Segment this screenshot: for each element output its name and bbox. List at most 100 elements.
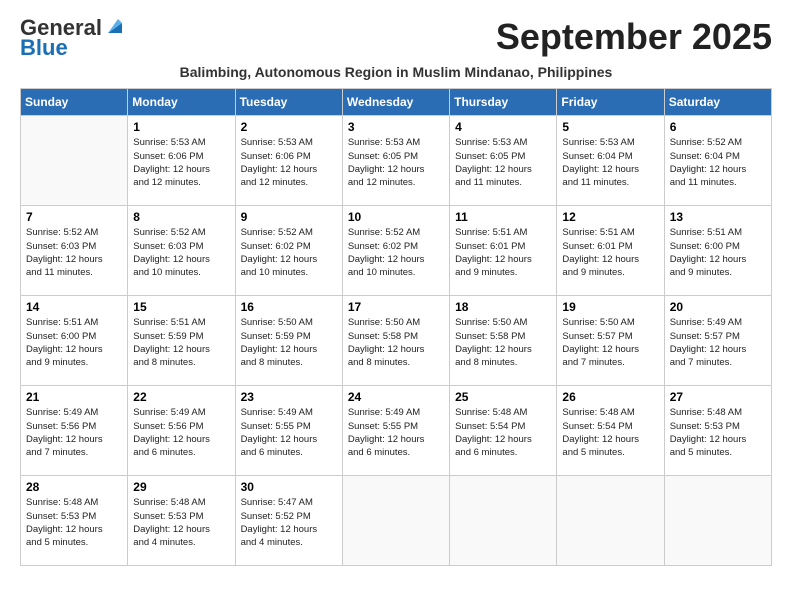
- weekday-header-sunday: Sunday: [21, 89, 128, 116]
- calendar-cell: 3 Sunrise: 5:53 AM Sunset: 6:05 PM Daylig…: [342, 116, 449, 206]
- day-info: Sunrise: 5:51 AM Sunset: 6:00 PM Dayligh…: [26, 316, 122, 369]
- day-number: 13: [670, 210, 766, 224]
- day-number: 11: [455, 210, 551, 224]
- day-info: Sunrise: 5:53 AM Sunset: 6:04 PM Dayligh…: [562, 136, 658, 189]
- day-info: Sunrise: 5:52 AM Sunset: 6:04 PM Dayligh…: [670, 136, 766, 189]
- day-number: 5: [562, 120, 658, 134]
- day-number: 12: [562, 210, 658, 224]
- day-info: Sunrise: 5:52 AM Sunset: 6:03 PM Dayligh…: [133, 226, 229, 279]
- day-info: Sunrise: 5:52 AM Sunset: 6:03 PM Dayligh…: [26, 226, 122, 279]
- calendar-cell: 25Sunrise: 5:48 AM Sunset: 5:54 PM Dayli…: [450, 386, 557, 476]
- calendar-cell: [450, 476, 557, 566]
- day-info: Sunrise: 5:49 AM Sunset: 5:55 PM Dayligh…: [348, 406, 444, 459]
- calendar-table: SundayMondayTuesdayWednesdayThursdayFrid…: [20, 88, 772, 566]
- calendar-cell: 22 Sunrise: 5:49 AM Sunset: 5:56 PM Dayli…: [128, 386, 235, 476]
- calendar-cell: 13Sunrise: 5:51 AM Sunset: 6:00 PM Dayli…: [664, 206, 771, 296]
- day-number: 1: [133, 120, 229, 134]
- weekday-header-wednesday: Wednesday: [342, 89, 449, 116]
- day-info: Sunrise: 5:53 AM Sunset: 6:05 PM Dayligh…: [348, 136, 444, 189]
- calendar-cell: [664, 476, 771, 566]
- calendar-cell: 27 Sunrise: 5:48 AM Sunset: 5:53 PM Dayli…: [664, 386, 771, 476]
- calendar-cell: 4 Sunrise: 5:53 AM Sunset: 6:05 PM Daylig…: [450, 116, 557, 206]
- calendar-cell: 29 Sunrise: 5:48 AM Sunset: 5:53 PM Dayli…: [128, 476, 235, 566]
- day-number: 17: [348, 300, 444, 314]
- day-info: Sunrise: 5:49 AM Sunset: 5:56 PM Dayligh…: [133, 406, 229, 459]
- day-info: Sunrise: 5:49 AM Sunset: 5:56 PM Dayligh…: [26, 406, 122, 459]
- day-info: Sunrise: 5:51 AM Sunset: 6:01 PM Dayligh…: [455, 226, 551, 279]
- calendar-cell: 10 Sunrise: 5:52 AM Sunset: 6:02 PM Dayli…: [342, 206, 449, 296]
- day-number: 24: [348, 390, 444, 404]
- logo: General Blue: [20, 16, 126, 60]
- calendar-cell: 28 Sunrise: 5:48 AM Sunset: 5:53 PM Dayli…: [21, 476, 128, 566]
- day-info: Sunrise: 5:48 AM Sunset: 5:53 PM Dayligh…: [133, 496, 229, 549]
- calendar-cell: 11 Sunrise: 5:51 AM Sunset: 6:01 PM Dayli…: [450, 206, 557, 296]
- calendar-cell: 18Sunrise: 5:50 AM Sunset: 5:58 PM Dayli…: [450, 296, 557, 386]
- day-info: Sunrise: 5:49 AM Sunset: 5:55 PM Dayligh…: [241, 406, 337, 459]
- calendar-cell: [557, 476, 664, 566]
- calendar-cell: 9 Sunrise: 5:52 AM Sunset: 6:02 PM Daylig…: [235, 206, 342, 296]
- calendar-cell: 15Sunrise: 5:51 AM Sunset: 5:59 PM Dayli…: [128, 296, 235, 386]
- day-number: 3: [348, 120, 444, 134]
- calendar-cell: 6Sunrise: 5:52 AM Sunset: 6:04 PM Daylig…: [664, 116, 771, 206]
- day-info: Sunrise: 5:53 AM Sunset: 6:06 PM Dayligh…: [133, 136, 229, 189]
- day-number: 19: [562, 300, 658, 314]
- day-number: 16: [241, 300, 337, 314]
- weekday-header-monday: Monday: [128, 89, 235, 116]
- day-info: Sunrise: 5:51 AM Sunset: 6:01 PM Dayligh…: [562, 226, 658, 279]
- day-number: 22: [133, 390, 229, 404]
- month-title: September 2025: [496, 16, 772, 58]
- calendar-cell: 23 Sunrise: 5:49 AM Sunset: 5:55 PM Dayli…: [235, 386, 342, 476]
- calendar-week-row: 1 Sunrise: 5:53 AM Sunset: 6:06 PM Daylig…: [21, 116, 772, 206]
- day-info: Sunrise: 5:48 AM Sunset: 5:53 PM Dayligh…: [26, 496, 122, 549]
- calendar-cell: 2Sunrise: 5:53 AM Sunset: 6:06 PM Daylig…: [235, 116, 342, 206]
- day-info: Sunrise: 5:50 AM Sunset: 5:58 PM Dayligh…: [455, 316, 551, 369]
- day-number: 26: [562, 390, 658, 404]
- calendar-cell: 21 Sunrise: 5:49 AM Sunset: 5:56 PM Dayli…: [21, 386, 128, 476]
- day-number: 25: [455, 390, 551, 404]
- weekday-header-thursday: Thursday: [450, 89, 557, 116]
- day-number: 23: [241, 390, 337, 404]
- day-number: 14: [26, 300, 122, 314]
- day-info: Sunrise: 5:49 AM Sunset: 5:57 PM Dayligh…: [670, 316, 766, 369]
- day-number: 27: [670, 390, 766, 404]
- day-number: 30: [241, 480, 337, 494]
- calendar-subtitle: Balimbing, Autonomous Region in Muslim M…: [20, 64, 772, 80]
- day-number: 28: [26, 480, 122, 494]
- calendar-cell: 16 Sunrise: 5:50 AM Sunset: 5:59 PM Dayli…: [235, 296, 342, 386]
- day-number: 21: [26, 390, 122, 404]
- calendar-cell: 1 Sunrise: 5:53 AM Sunset: 6:06 PM Daylig…: [128, 116, 235, 206]
- calendar-week-row: 21 Sunrise: 5:49 AM Sunset: 5:56 PM Dayli…: [21, 386, 772, 476]
- day-number: 8: [133, 210, 229, 224]
- calendar-week-row: 14 Sunrise: 5:51 AM Sunset: 6:00 PM Dayli…: [21, 296, 772, 386]
- weekday-header-tuesday: Tuesday: [235, 89, 342, 116]
- calendar-cell: 26 Sunrise: 5:48 AM Sunset: 5:54 PM Dayli…: [557, 386, 664, 476]
- weekday-header-saturday: Saturday: [664, 89, 771, 116]
- weekday-header-friday: Friday: [557, 89, 664, 116]
- day-number: 9: [241, 210, 337, 224]
- day-number: 29: [133, 480, 229, 494]
- calendar-cell: 17 Sunrise: 5:50 AM Sunset: 5:58 PM Dayli…: [342, 296, 449, 386]
- day-info: Sunrise: 5:50 AM Sunset: 5:59 PM Dayligh…: [241, 316, 337, 369]
- day-number: 10: [348, 210, 444, 224]
- calendar-cell: 7Sunrise: 5:52 AM Sunset: 6:03 PM Daylig…: [21, 206, 128, 296]
- calendar-cell: [342, 476, 449, 566]
- day-info: Sunrise: 5:53 AM Sunset: 6:05 PM Dayligh…: [455, 136, 551, 189]
- day-info: Sunrise: 5:52 AM Sunset: 6:02 PM Dayligh…: [348, 226, 444, 279]
- day-info: Sunrise: 5:48 AM Sunset: 5:53 PM Dayligh…: [670, 406, 766, 459]
- calendar-cell: 8 Sunrise: 5:52 AM Sunset: 6:03 PM Daylig…: [128, 206, 235, 296]
- day-number: 20: [670, 300, 766, 314]
- day-number: 15: [133, 300, 229, 314]
- calendar-cell: 24 Sunrise: 5:49 AM Sunset: 5:55 PM Dayli…: [342, 386, 449, 476]
- day-info: Sunrise: 5:48 AM Sunset: 5:54 PM Dayligh…: [562, 406, 658, 459]
- day-info: Sunrise: 5:50 AM Sunset: 5:58 PM Dayligh…: [348, 316, 444, 369]
- day-number: 4: [455, 120, 551, 134]
- calendar-cell: 19Sunrise: 5:50 AM Sunset: 5:57 PM Dayli…: [557, 296, 664, 386]
- logo-icon: [104, 15, 126, 37]
- calendar-cell: 14 Sunrise: 5:51 AM Sunset: 6:00 PM Dayli…: [21, 296, 128, 386]
- calendar-cell: 5 Sunrise: 5:53 AM Sunset: 6:04 PM Daylig…: [557, 116, 664, 206]
- day-info: Sunrise: 5:52 AM Sunset: 6:02 PM Dayligh…: [241, 226, 337, 279]
- calendar-cell: [21, 116, 128, 206]
- calendar-cell: 20 Sunrise: 5:49 AM Sunset: 5:57 PM Dayli…: [664, 296, 771, 386]
- calendar-week-row: 7Sunrise: 5:52 AM Sunset: 6:03 PM Daylig…: [21, 206, 772, 296]
- day-info: Sunrise: 5:53 AM Sunset: 6:06 PM Dayligh…: [241, 136, 337, 189]
